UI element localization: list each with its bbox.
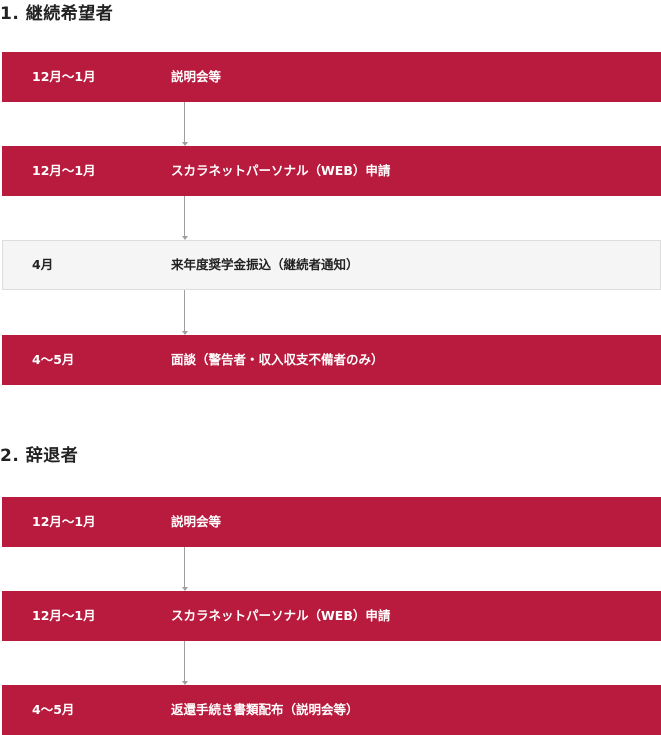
step-continuing-3: 4月 来年度奨学金振込（継続者通知） (2, 240, 661, 290)
step-description: 来年度奨学金振込（継続者通知） (171, 257, 359, 272)
section-heading-withdrawing: 2. 辞退者 (0, 446, 79, 466)
step-period: 4〜5月 (32, 352, 75, 367)
step-description: スカラネットパーソナル（WEB）申請 (171, 163, 391, 178)
step-description: 返還手続き書類配布（説明会等） (171, 702, 359, 717)
step-period: 4〜5月 (32, 702, 75, 717)
step-period: 12月〜1月 (32, 608, 96, 623)
step-description: 説明会等 (171, 69, 222, 84)
flow-arrow (182, 290, 188, 335)
step-withdrawing-1: 12月〜1月 説明会等 (2, 497, 661, 547)
step-period: 12月〜1月 (32, 69, 96, 84)
step-continuing-1: 12月〜1月 説明会等 (2, 52, 661, 102)
step-period: 12月〜1月 (32, 514, 96, 529)
step-withdrawing-2: 12月〜1月 スカラネットパーソナル（WEB）申請 (2, 591, 661, 641)
section-heading-continuing: 1. 継続希望者 (0, 4, 114, 24)
flow-arrow (182, 102, 188, 146)
step-period: 12月〜1月 (32, 163, 96, 178)
flow-arrow (182, 547, 188, 591)
step-description: スカラネットパーソナル（WEB）申請 (171, 608, 391, 623)
step-period: 4月 (32, 257, 54, 272)
flow-arrow (182, 196, 188, 240)
step-description: 説明会等 (171, 514, 222, 529)
step-continuing-4: 4〜5月 面談（警告者・収入収支不備者のみ） (2, 335, 661, 385)
step-continuing-2: 12月〜1月 スカラネットパーソナル（WEB）申請 (2, 146, 661, 196)
step-description: 面談（警告者・収入収支不備者のみ） (171, 352, 384, 367)
step-withdrawing-3: 4〜5月 返還手続き書類配布（説明会等） (2, 685, 661, 735)
flow-arrow (182, 641, 188, 685)
